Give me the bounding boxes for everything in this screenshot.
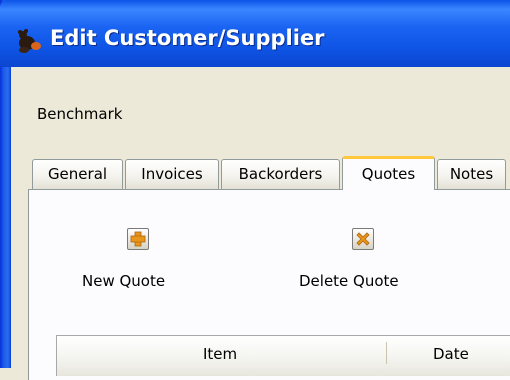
new-quote-button[interactable] <box>127 228 149 250</box>
new-quote-label[interactable]: New Quote <box>82 272 165 290</box>
tab-backorders[interactable]: Backorders <box>221 159 340 189</box>
quotes-table-header: Item Date <box>56 335 510 376</box>
column-header-item[interactable]: Item <box>203 345 237 363</box>
column-divider[interactable] <box>386 342 387 364</box>
plus-icon <box>130 231 146 247</box>
tab-label: Notes <box>449 165 494 183</box>
customer-name-label: Benchmark <box>37 105 123 123</box>
tab-label: Backorders <box>238 165 323 183</box>
tab-notes[interactable]: Notes <box>437 159 506 189</box>
delete-quote-button[interactable] <box>352 228 374 250</box>
tab-label: Invoices <box>141 165 203 183</box>
tab-label: Quotes <box>361 165 416 183</box>
column-header-date[interactable]: Date <box>433 345 469 363</box>
tab-invoices[interactable]: Invoices <box>125 159 219 189</box>
window-title: Edit Customer/Supplier <box>50 26 325 50</box>
tab-label: General <box>47 165 108 183</box>
x-icon <box>356 232 370 246</box>
bear-app-icon <box>18 29 41 53</box>
tab-quotes[interactable]: Quotes <box>342 156 435 190</box>
title-bar[interactable]: Edit Customer/Supplier <box>0 0 510 67</box>
delete-quote-label[interactable]: Delete Quote <box>299 272 399 290</box>
dialog-body: Benchmark General Invoices Backorders Qu… <box>11 67 510 380</box>
tab-general[interactable]: General <box>32 159 123 189</box>
